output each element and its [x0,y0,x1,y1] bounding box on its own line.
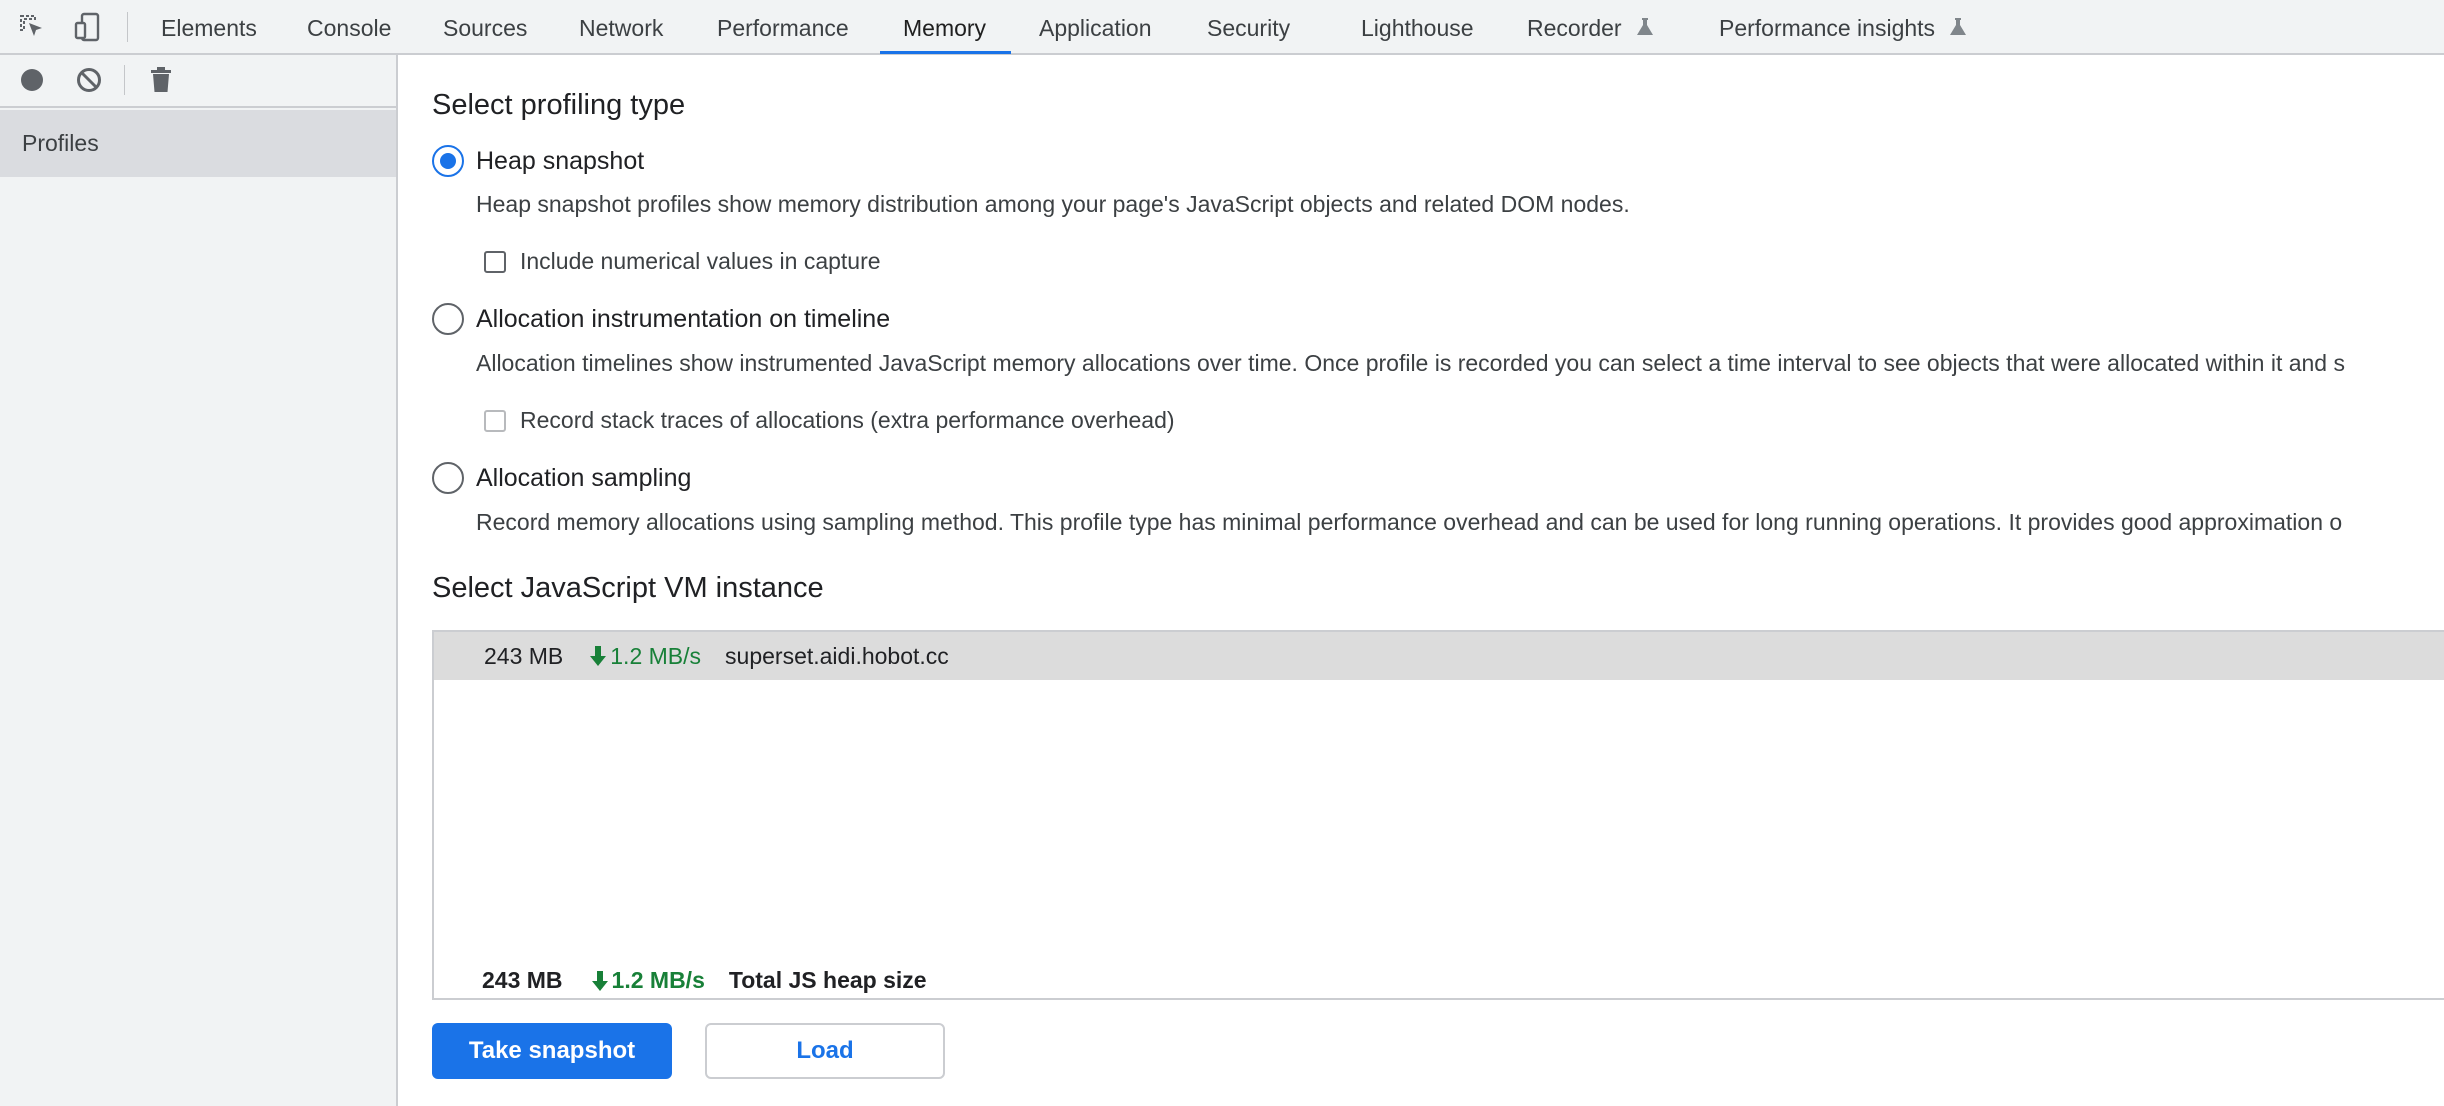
allocation-timeline-label: Allocation instrumentation on timeline [476,304,891,333]
load-button[interactable]: Load [705,1023,945,1079]
sidebar-item-profiles[interactable]: Profiles [0,110,396,177]
allocation-sampling-label: Allocation sampling [476,463,692,492]
heap-snapshot-radio[interactable] [432,145,464,177]
total-heap-rate-value: 1.2 MB/s [611,967,705,993]
tab-lighthouse[interactable]: Lighthouse [1361,0,1474,53]
tab-elements[interactable]: Elements [161,0,257,53]
profiles-sidebar: Profiles [0,55,398,1106]
total-heap-rate: 1.2 MB/s [591,967,705,994]
vm-instance-list: 243 MB 1.2 MB/s superset.aidi.hobot.cc [432,630,2444,1000]
trash-icon [151,67,171,92]
tab-sources[interactable]: Sources [443,0,527,53]
devtools-tab-bar: Elements Console Sources Network Perform… [0,0,2444,55]
tab-recorder[interactable]: Recorder [1527,0,1654,53]
tab-console[interactable]: Console [307,0,391,53]
toolbar-separator [124,65,125,95]
record-icon [21,69,43,91]
tab-recorder-label: Recorder [1527,15,1622,41]
allocation-sampling-description: Record memory allocations using sampling… [476,509,2343,535]
allocation-sampling-radio[interactable] [432,462,464,494]
total-heap-summary: 243 MB 1.2 MB/s Total JS heap size [482,967,927,994]
total-heap-size: 243 MB [482,967,563,993]
include-numerical-values-checkbox[interactable] [484,250,506,273]
heap-snapshot-description: Heap snapshot profiles show memory distr… [476,191,1630,217]
tab-network[interactable]: Network [579,0,663,53]
collect-garbage-button[interactable] [144,63,178,97]
arrow-down-icon [591,970,608,991]
tab-performance[interactable]: Performance [717,0,849,53]
heap-snapshot-label: Heap snapshot [476,146,645,175]
inspect-element-icon [20,15,42,36]
memory-panel: Select profiling type Heap snapshot Heap… [398,55,2444,1106]
allocation-timeline-option[interactable]: Allocation instrumentation on timeline [432,303,890,335]
record-stack-traces-option[interactable]: Record stack traces of allocations (extr… [484,407,1175,434]
total-heap-label: Total JS heap size [728,967,927,993]
vm-instance-heading: Select JavaScript VM instance [432,572,824,604]
include-numerical-values-label: Include numerical values in capture [520,248,881,274]
tab-performance-insights-label: Performance insights [1719,15,1936,41]
vm-heap-size: 243 MB [484,642,564,669]
experiment-flask-icon [1637,17,1653,35]
tab-application[interactable]: Application [1039,0,1152,53]
vm-heap-rate-value: 1.2 MB/s [610,642,702,669]
toolbar-separator [127,12,128,42]
heap-snapshot-option[interactable]: Heap snapshot [432,145,644,177]
allocation-timeline-description: Allocation timelines show instrumented J… [476,350,2345,376]
record-stack-traces-label: Record stack traces of allocations (extr… [520,407,1175,433]
inspect-element-button[interactable] [15,10,49,44]
start-profiling-button[interactable] [15,63,49,97]
sidebar-toolbar [0,55,396,108]
device-toggle-icon [74,12,100,42]
arrow-down-icon [590,646,607,666]
vm-heap-rate: 1.2 MB/s [589,643,701,670]
device-toolbar-button[interactable] [70,10,104,44]
tab-security[interactable]: Security [1207,0,1290,53]
include-numerical-values-option[interactable]: Include numerical values in capture [484,248,881,275]
clear-profiles-button[interactable] [72,63,106,97]
profiling-type-heading: Select profiling type [432,89,686,121]
vm-instance-host: superset.aidi.hobot.cc [725,642,949,669]
clear-icon [77,68,101,92]
allocation-sampling-option[interactable]: Allocation sampling [432,462,691,494]
record-stack-traces-checkbox[interactable] [484,409,506,432]
tab-performance-insights[interactable]: Performance insights [1719,0,1967,53]
take-snapshot-button[interactable]: Take snapshot [432,1023,672,1079]
allocation-timeline-radio[interactable] [432,303,464,335]
tab-memory[interactable]: Memory [879,0,1012,54]
vm-instance-row[interactable]: 243 MB 1.2 MB/s superset.aidi.hobot.cc [434,632,2444,680]
experiment-flask-icon [1950,17,1967,35]
